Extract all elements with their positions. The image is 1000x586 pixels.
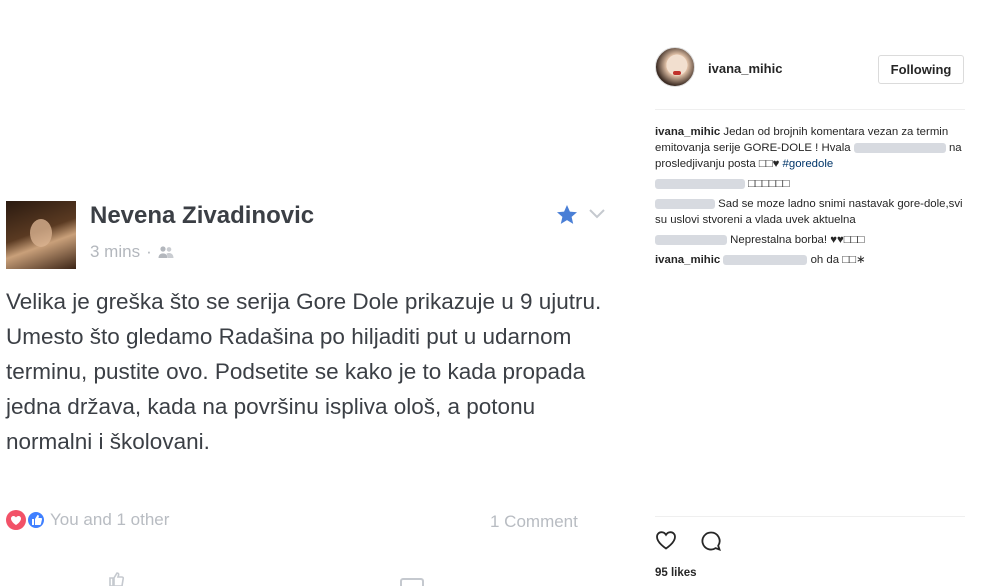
comments-list: ivana_mihic Jedan od brojnih komentara v… xyxy=(655,124,965,272)
comment-icon[interactable] xyxy=(700,530,722,552)
comment-text: Neprestalna borba! ♥♥□□□ xyxy=(730,234,865,246)
comment-text: oh da □□∗ xyxy=(810,254,866,266)
like-reaction-icon xyxy=(26,510,46,530)
author-avatar[interactable] xyxy=(6,201,76,269)
blurred-username xyxy=(853,142,946,153)
author-name[interactable]: Nevena Zivadinovic xyxy=(90,202,314,230)
likes-count[interactable]: 95 likes xyxy=(655,567,697,579)
comment-item: Neprestalna borba! ♥♥□□□ xyxy=(655,232,965,248)
friends-icon[interactable] xyxy=(158,245,174,259)
post-time[interactable]: 3 mins xyxy=(90,242,140,262)
comment-item: ivana_mihic oh da □□∗ xyxy=(655,252,965,268)
star-icon[interactable] xyxy=(555,203,579,227)
blurred-username[interactable] xyxy=(655,234,727,245)
comment-caption: ivana_mihic Jedan od brojnih komentara v… xyxy=(655,124,965,172)
meta-separator: · xyxy=(146,242,152,261)
actions-divider xyxy=(655,516,965,517)
comments-count[interactable]: 1 Comment xyxy=(490,512,578,532)
comment-user[interactable]: ivana_mihic xyxy=(655,126,720,138)
chevron-down-icon[interactable] xyxy=(588,206,606,222)
reactions-summary[interactable]: You and 1 other xyxy=(6,510,169,530)
comment-user[interactable]: ivana_mihic xyxy=(655,254,720,266)
profile-avatar[interactable] xyxy=(655,47,695,87)
like-button-icon[interactable] xyxy=(108,572,126,586)
love-reaction-icon xyxy=(6,510,26,530)
facebook-post: Nevena Zivadinovic 3 mins · Velika je gr… xyxy=(0,0,625,586)
blurred-username[interactable] xyxy=(723,254,808,265)
blurred-username[interactable] xyxy=(655,198,715,209)
post-meta: 3 mins · xyxy=(90,242,174,262)
comment-button-icon[interactable] xyxy=(400,578,424,586)
blurred-username[interactable] xyxy=(655,178,745,189)
following-button[interactable]: Following xyxy=(878,55,964,84)
header-divider xyxy=(655,109,965,110)
comment-item: Sad se moze ladno snimi nastavak gore-do… xyxy=(655,196,965,228)
instagram-panel: ivana_mihic Following ivana_mihic Jedan … xyxy=(642,30,972,586)
heart-icon[interactable] xyxy=(655,530,677,550)
profile-username[interactable]: ivana_mihic xyxy=(708,61,782,76)
post-text: Velika je greška što se serija Gore Dole… xyxy=(6,289,602,454)
comment-item: □□□□□□ xyxy=(655,176,965,192)
reactions-text[interactable]: You and 1 other xyxy=(50,510,169,530)
hashtag-link[interactable]: #goredole xyxy=(783,158,834,170)
comment-text: □□□□□□ xyxy=(748,178,790,190)
